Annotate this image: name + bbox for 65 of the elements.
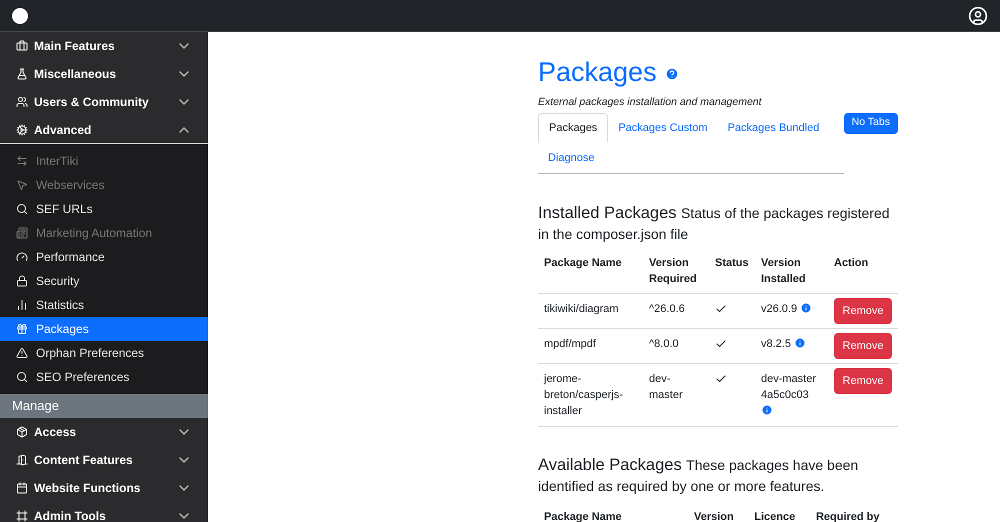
- arrows-icon: [16, 155, 28, 167]
- info-icon[interactable]: [761, 404, 773, 416]
- sidebar-link[interactable]: Packages: [0, 317, 208, 341]
- table-cell: mpdf/mpdf: [538, 328, 643, 364]
- tab[interactable]: Packages Custom: [608, 112, 718, 143]
- table-cell: tikiwiki/diagram: [538, 293, 643, 328]
- column-header: Version: [693, 510, 735, 522]
- table-cell: v26.0.9: [761, 302, 798, 315]
- newspaper-icon: [16, 227, 28, 239]
- info-icon[interactable]: [794, 336, 806, 349]
- calendar-icon: [16, 482, 28, 494]
- table-cell: dev-master: [643, 363, 709, 426]
- sidebar-link[interactable]: SEO Preferences: [0, 365, 208, 389]
- warning-icon: [16, 347, 28, 359]
- column-header: Required by: [814, 510, 881, 522]
- column-header: Action: [828, 248, 898, 294]
- table-cell: jerome-breton/casperjs-installer: [538, 363, 643, 426]
- flask-icon: [16, 68, 28, 80]
- column-header: Package Name: [543, 510, 623, 522]
- sidebar-link[interactable]: Security: [0, 269, 208, 293]
- sidebar-section[interactable]: Main Features: [0, 32, 208, 60]
- sidebar-section[interactable]: Content Features: [0, 446, 208, 474]
- remove-button[interactable]: Remove: [834, 332, 892, 359]
- user-icon[interactable]: [968, 6, 988, 26]
- search-icon: [16, 371, 28, 383]
- column-header: Package Name: [538, 248, 643, 294]
- sidebar-group-header: Manage: [0, 394, 208, 418]
- page-title: Packages: [538, 56, 657, 89]
- table-cell: ^26.0.6: [643, 293, 709, 328]
- gift-icon: [16, 323, 28, 335]
- chart-icon: [16, 299, 28, 311]
- sidebar-section[interactable]: Access: [0, 418, 208, 446]
- tab[interactable]: Diagnose: [538, 142, 604, 173]
- table-cell: v8.2.5: [761, 338, 791, 350]
- tab[interactable]: Packages: [538, 112, 608, 143]
- gauge-icon: [16, 251, 28, 263]
- remove-button[interactable]: Remove: [834, 368, 892, 394]
- sidebar-section[interactable]: Advanced: [0, 116, 208, 144]
- remove-button[interactable]: Remove: [834, 298, 892, 324]
- sidebar-link[interactable]: SEF URLs: [0, 197, 208, 221]
- table-cell: dev-master 4a5c0c03: [761, 372, 816, 401]
- sidebar-link[interactable]: Performance: [0, 245, 208, 269]
- no-tabs-button[interactable]: No Tabs: [844, 112, 898, 134]
- info-icon[interactable]: [800, 302, 812, 314]
- page-subtitle: External packages installation and management: [538, 95, 763, 110]
- sidebar-link[interactable]: Orphan Preferences: [0, 341, 208, 365]
- search-icon: [16, 203, 28, 215]
- section-heading: Installed Packages Status of the packages registered in the composer.json file: [538, 202, 891, 244]
- section-heading: Available Packages These packages have been identified as required by one or more features.: [538, 454, 860, 496]
- sidebar-section[interactable]: Admin Tools: [0, 502, 208, 522]
- column-header: Licence: [753, 510, 796, 522]
- users-icon: [16, 96, 28, 108]
- table-cell: ^8.0.0: [643, 328, 709, 364]
- door-icon: [16, 454, 28, 466]
- sidebar-section[interactable]: Miscellaneous: [0, 60, 208, 88]
- column-header: Version Installed: [755, 248, 828, 294]
- help-icon[interactable]: [664, 67, 679, 81]
- column-header: Status: [709, 248, 755, 294]
- sidebar-section[interactable]: Website Functions: [0, 474, 208, 502]
- tab[interactable]: Packages Bundled: [718, 112, 830, 143]
- pointer-icon: [16, 179, 28, 191]
- column-header: Version Required: [643, 248, 709, 294]
- lock-icon: [16, 275, 28, 287]
- sidebar-link[interactable]: Statistics: [0, 293, 208, 317]
- sidebar-section[interactable]: Users & Community: [0, 88, 208, 116]
